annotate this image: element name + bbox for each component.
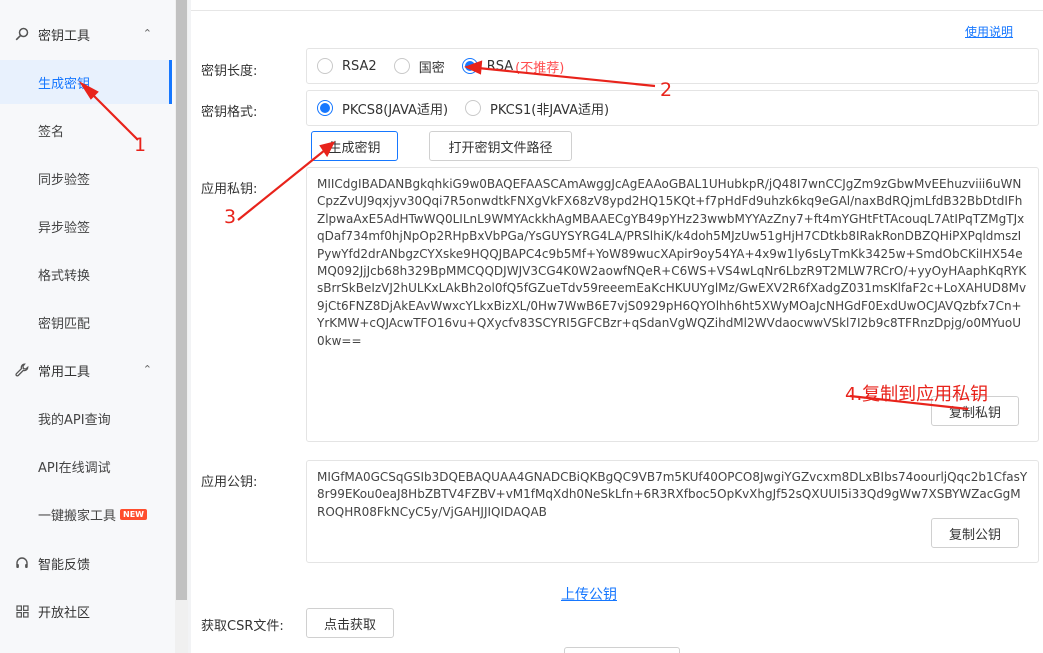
radio-pkcs8[interactable]: PKCS8(JAVA适用): [317, 99, 448, 118]
headset-icon: [14, 555, 30, 571]
annotation-number-1: 1: [134, 134, 147, 156]
open-key-path-button[interactable]: 打开密钥文件路径: [429, 131, 572, 161]
key-format-label: 密钥格式:: [201, 105, 258, 120]
radio-sm[interactable]: 国密: [393, 57, 445, 76]
radio-rsa2[interactable]: RSA2: [317, 58, 377, 74]
sidebar-group-label: 密钥工具: [38, 28, 91, 44]
annotation-number-3: 3: [224, 206, 237, 228]
sidebar-item-label: 异步验签: [38, 220, 91, 236]
radio-circle[interactable]: [465, 100, 482, 116]
sidebar-item-label: 开放社区: [38, 605, 91, 621]
get-csr-button[interactable]: 点击获取: [306, 608, 394, 638]
upload-public-key-link[interactable]: 上传公钥: [561, 584, 617, 604]
copy-public-key-button[interactable]: 复制公钥: [931, 518, 1019, 548]
radio-circle[interactable]: [317, 58, 333, 74]
radio-pkcs1[interactable]: PKCS1(非JAVA适用): [465, 99, 609, 118]
public-key-value: MIGfMA0GCSqGSIb3DQEBAQUAA4GNADCBiQKBgQC9…: [317, 470, 1028, 519]
sidebar-item-key-match[interactable]: 密钥匹配: [0, 300, 172, 344]
generate-key-button[interactable]: 生成密钥: [311, 131, 398, 161]
key-length-options: RSA2 国密 RSA (不推荐): [306, 48, 1039, 84]
radio-circle-checked[interactable]: [461, 58, 478, 74]
sidebar-item-generate-key[interactable]: 生成密钥: [0, 60, 172, 104]
public-key-textarea[interactable]: MIGfMA0GCSqGSIb3DQEBAQUAA4GNADCBiQKBgQC9…: [306, 460, 1039, 563]
sidebar-group-key-tools[interactable]: 密钥工具 ⌃: [0, 14, 170, 54]
sidebar-item-async-verify[interactable]: 异步验签: [0, 204, 172, 248]
private-key-value: MIICdgIBADANBgkqhkiG9w0BAQEFAASCAmAwggJc…: [317, 177, 1027, 348]
not-recommended-note: (不推荐): [515, 60, 565, 76]
radio-label: PKCS1(非JAVA适用): [490, 102, 610, 118]
radio-label: RSA: [486, 58, 514, 74]
key-length-label: 密钥长度:: [201, 64, 258, 79]
private-key-label: 应用私钥:: [201, 182, 258, 197]
key-format-options: PKCS8(JAVA适用) PKCS1(非JAVA适用): [306, 90, 1039, 126]
sidebar-item-label: 一键搬家工具: [38, 508, 117, 524]
sidebar-item-label: 签名: [38, 124, 65, 140]
sidebar-item-api-debug[interactable]: API在线调试: [0, 444, 172, 488]
usage-instructions-link[interactable]: 使用说明: [965, 23, 1013, 40]
sidebar-item-label: 生成密钥: [38, 76, 91, 92]
sidebar: 密钥工具 ⌃ 生成密钥 签名 同步验签 异步验签 格式转换 密钥匹配 常用工具 …: [0, 0, 175, 653]
sidebar-item-migration-tool[interactable]: 一键搬家工具 NEW: [0, 492, 172, 536]
radio-label: RSA2: [342, 58, 377, 74]
sidebar-item-label: 密钥匹配: [38, 316, 91, 332]
public-key-label: 应用公钥:: [201, 475, 258, 490]
radio-circle[interactable]: [393, 58, 410, 74]
sidebar-scrollbar-thumb[interactable]: [176, 0, 187, 600]
main-panel: 使用说明 密钥长度: RSA2 国密 RSA (不推荐) 密钥格式: PKCS8…: [191, 0, 1043, 653]
chevron-up-icon[interactable]: ⌃: [143, 27, 152, 40]
sidebar-group-label: 常用工具: [38, 364, 91, 380]
sidebar-item-label: 我的API查询: [38, 412, 111, 428]
sidebar-group-common-tools[interactable]: 常用工具 ⌃: [0, 350, 170, 390]
sidebar-item-label: 格式转换: [38, 268, 91, 284]
bottom-button-partial[interactable]: [564, 647, 680, 653]
radio-label: PKCS8(JAVA适用): [342, 102, 449, 118]
radio-label: 国密: [418, 60, 445, 76]
sidebar-item-format-convert[interactable]: 格式转换: [0, 252, 172, 296]
radio-rsa[interactable]: RSA (不推荐): [461, 57, 565, 76]
csr-label: 获取CSR文件:: [201, 619, 284, 634]
wrench-icon: [14, 362, 30, 378]
divider: [191, 10, 1043, 11]
search-icon: [14, 26, 30, 42]
sidebar-item-label: 同步验签: [38, 172, 91, 188]
sidebar-item-my-api[interactable]: 我的API查询: [0, 396, 172, 440]
sidebar-item-sign[interactable]: 签名: [0, 108, 172, 152]
sidebar-item-label: API在线调试: [38, 460, 111, 476]
grid-icon: [14, 603, 30, 619]
annotation-step-4: 4.复制到应用私钥: [845, 384, 989, 405]
sidebar-item-label: 智能反馈: [38, 557, 91, 573]
new-badge: NEW: [120, 508, 147, 520]
sidebar-item-feedback[interactable]: 智能反馈: [0, 543, 170, 583]
chevron-up-icon[interactable]: ⌃: [143, 363, 152, 376]
radio-circle-checked[interactable]: [317, 100, 333, 116]
sidebar-item-community[interactable]: 开放社区: [0, 591, 170, 631]
sidebar-item-sync-verify[interactable]: 同步验签: [0, 156, 172, 200]
annotation-number-2: 2: [660, 79, 673, 101]
